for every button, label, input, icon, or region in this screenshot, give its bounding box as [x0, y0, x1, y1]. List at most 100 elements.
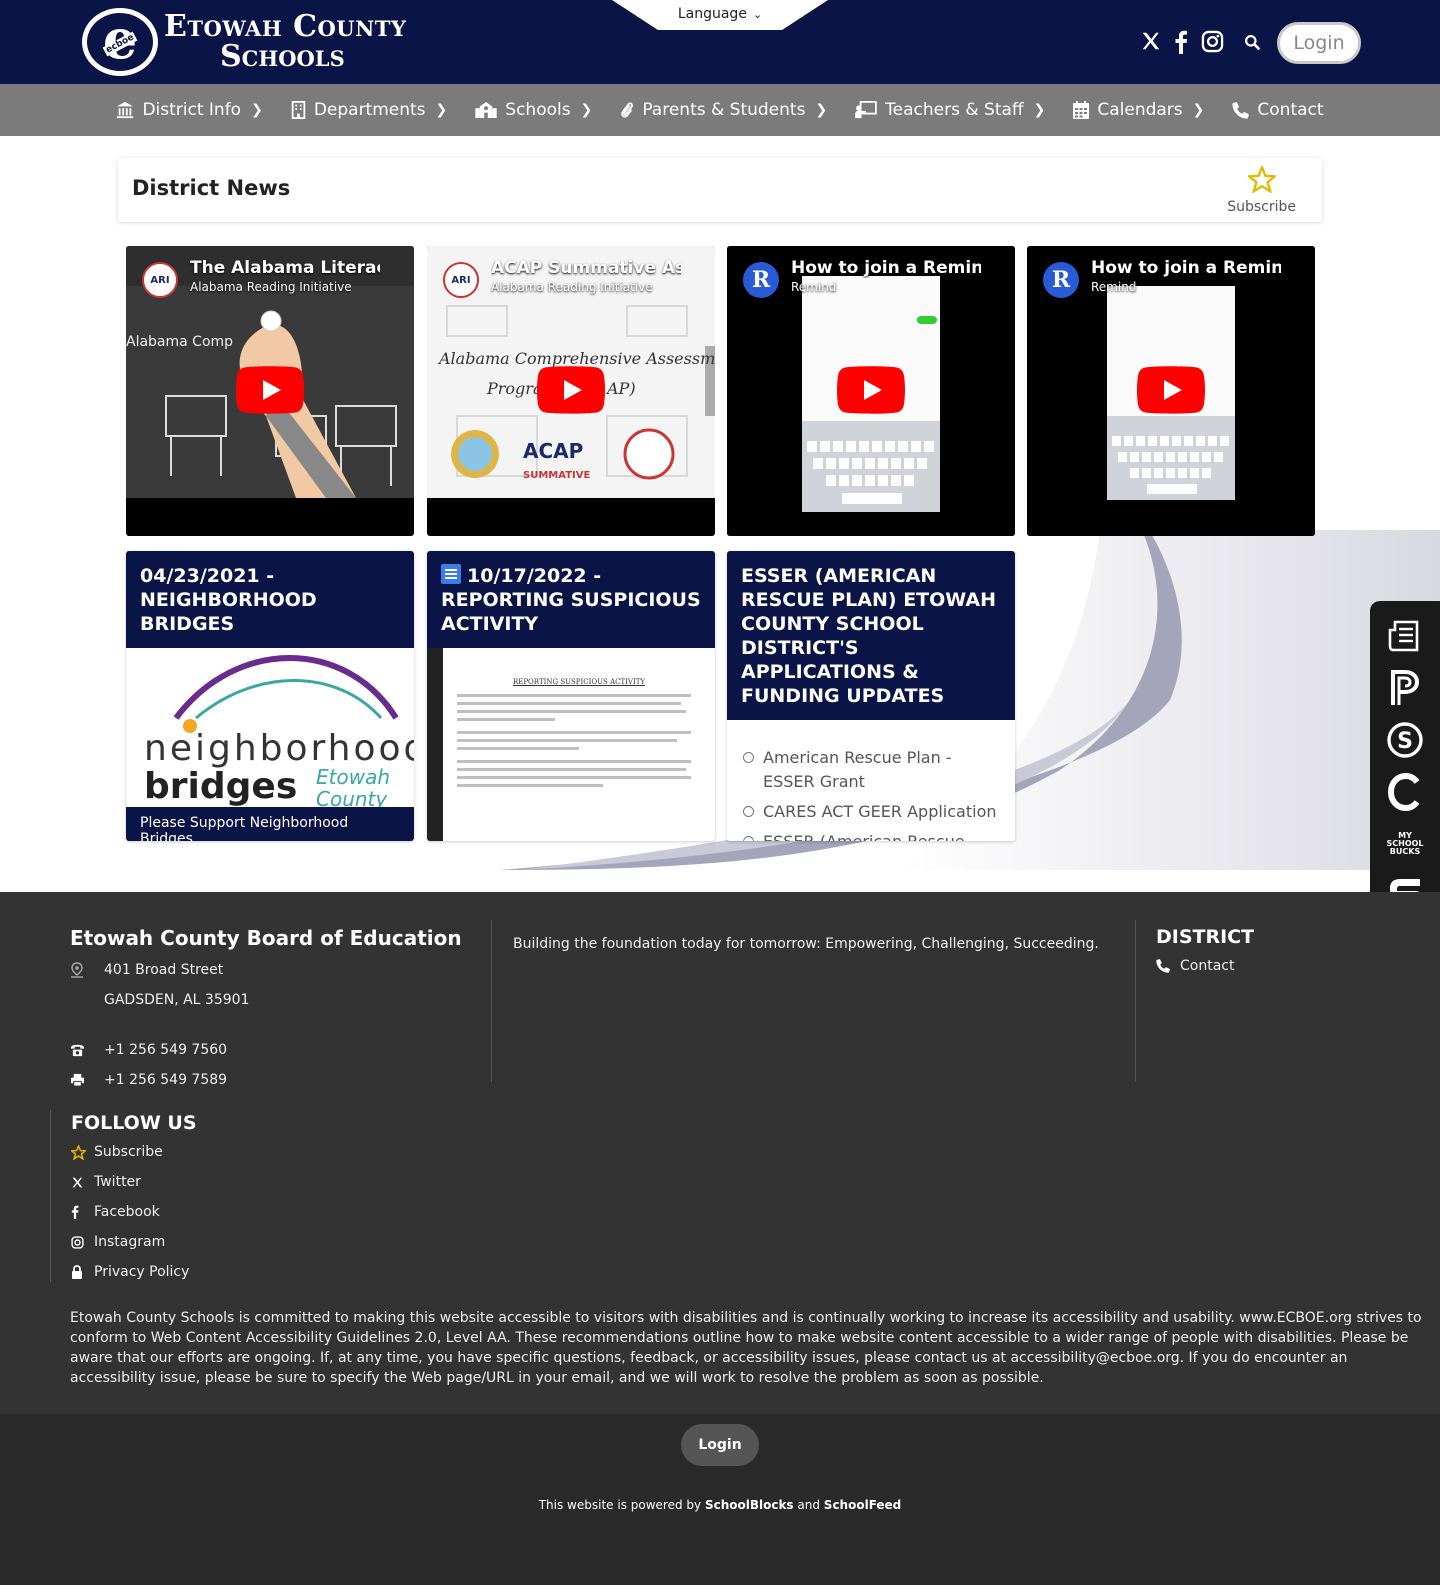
chevron-right-icon: ❯	[1033, 102, 1046, 118]
nav-label: Calendars	[1097, 100, 1183, 120]
login-button[interactable]: Login	[1277, 22, 1361, 64]
acap-logo-sub: SUMMATIVE	[523, 470, 590, 481]
footer-facebook-link[interactable]: Facebook	[71, 1204, 160, 1220]
newspaper-icon[interactable]	[1384, 615, 1426, 657]
nav-item-district-info[interactable]: District Info ❯	[102, 84, 276, 136]
video-remind-1[interactable]: R How to join a Remind c Remind	[727, 246, 1015, 536]
list-item[interactable]: American Rescue Plan - ESSER Grant	[741, 746, 1001, 794]
phone-icon	[1156, 959, 1180, 973]
footer-phone[interactable]: +1 256 549 7560	[104, 1042, 227, 1058]
news-tile-esser[interactable]: ESSER (AMERICAN RESCUE PLAN) ETOWAH COUN…	[727, 551, 1015, 841]
nav-item-schools[interactable]: Schools ❯	[461, 84, 606, 136]
facebook-icon[interactable]	[1174, 30, 1188, 54]
video-title: The Alabama Literacy A	[190, 258, 380, 278]
video-overlay-text-2: Progra	[486, 379, 542, 398]
chevron-right-icon: ❯	[815, 102, 828, 118]
video-acap-summative[interactable]: Alabama Comprehensive Assessment Progra …	[427, 246, 715, 536]
school-icon	[475, 102, 497, 118]
list-item[interactable]: ESSER (American Rescue Plan) Etowah Coun…	[741, 830, 1001, 841]
footer-follow-heading: FOLLOW US	[71, 1112, 197, 1134]
bottom-bar: Login This website is powered by SchoolB…	[0, 1414, 1440, 1585]
nav-label: Departments	[313, 100, 426, 120]
play-button-icon[interactable]	[837, 366, 905, 414]
footer-divider	[491, 920, 492, 1082]
video-title: How to join a Remind c	[1091, 258, 1281, 278]
map-marker-icon	[70, 962, 104, 978]
instagram-icon[interactable]	[1201, 30, 1224, 53]
nav-item-parents-students[interactable]: Parents & Students ❯	[606, 84, 841, 136]
telephone-icon	[70, 1044, 104, 1057]
powerschool-icon[interactable]	[1384, 667, 1426, 709]
nav-item-departments[interactable]: Departments ❯	[277, 84, 461, 136]
acap-logo-text: ACAP	[523, 439, 583, 463]
phone-icon	[1232, 101, 1250, 119]
logo-line-2: Schools	[220, 39, 345, 74]
video-channel: Remind	[791, 280, 837, 294]
chevron-right-icon: ❯	[580, 102, 593, 118]
svg-text:S: S	[1397, 729, 1413, 754]
footer-twitter-link[interactable]: Twitter	[71, 1174, 141, 1190]
footer-link-label: Facebook	[94, 1204, 160, 1220]
language-selector[interactable]: Language ⌄	[612, 0, 828, 30]
footer-contact-label: Contact	[1180, 958, 1235, 974]
footer-divider	[1135, 920, 1136, 1082]
channel-avatar: ARI	[443, 262, 479, 298]
video-channel: Remind	[1091, 280, 1137, 294]
nav-item-calendars[interactable]: Calendars ❯	[1059, 84, 1218, 136]
esser-link-list: American Rescue Plan - ESSER Grant CARES…	[727, 720, 1015, 841]
footer-instagram-link[interactable]: Instagram	[71, 1234, 165, 1250]
office-icon	[291, 101, 306, 119]
video-channel: Alabama Reading Initiative	[491, 280, 653, 294]
nav-item-contact[interactable]: Contact	[1218, 84, 1337, 136]
subscribe-button[interactable]: Subscribe	[1227, 164, 1296, 215]
video-remind-2[interactable]: R How to join a Remind c Remind	[1027, 246, 1315, 536]
twitter-x-icon[interactable]	[1140, 30, 1162, 52]
news-tile-suspicious-activity[interactable]: 10/17/2022 - REPORTING SUSPICIOUS ACTIVI…	[427, 551, 715, 841]
chevron-right-icon: ❯	[251, 102, 263, 118]
footer-tagline: Building the foundation today for tomorr…	[513, 936, 1099, 952]
video-literacy-act[interactable]: Alabama Comp ARI The Alabama Literacy A …	[126, 246, 414, 536]
district-logo[interactable]: e ecboe Etowah County Schools	[82, 8, 406, 76]
star-icon	[1227, 164, 1296, 197]
list-item[interactable]: CARES ACT GEER Application	[741, 800, 1001, 824]
footer-login-button[interactable]: Login	[681, 1424, 759, 1466]
logo-sub-1: Etowah	[316, 765, 390, 789]
footer-address-line-1: 401 Broad Street	[104, 962, 224, 978]
footer-privacy-link[interactable]: Privacy Policy	[71, 1264, 189, 1280]
footer-subscribe-link[interactable]: Subscribe	[71, 1144, 163, 1160]
play-button-icon[interactable]	[1137, 366, 1205, 414]
schoolfeed-link[interactable]: SchoolFeed	[824, 1498, 901, 1512]
star-icon	[71, 1144, 94, 1160]
footer-fax: +1 256 549 7589	[104, 1072, 228, 1088]
logo-word-1: neighborhood	[144, 728, 414, 769]
schoology-icon[interactable]: S	[1384, 719, 1426, 761]
play-button-icon[interactable]	[537, 366, 605, 414]
schoolblocks-link[interactable]: SchoolBlocks	[705, 1498, 794, 1512]
language-label: Language	[677, 6, 747, 22]
channel-avatar: ARI	[142, 262, 178, 298]
play-button-icon[interactable]	[236, 366, 304, 414]
tile-heading: ESSER (AMERICAN RESCUE PLAN) ETOWAH COUN…	[727, 551, 1015, 720]
nav-label: Teachers & Staff	[885, 100, 1024, 120]
footer-address-line-2: GADSDEN, AL 35901	[104, 992, 250, 1008]
document-preview: REPORTING SUSPICIOUS ACTIVITY	[427, 648, 715, 841]
video-title: ACAP Summative Asse	[491, 258, 681, 278]
lock-icon	[71, 1265, 94, 1279]
subscribe-label: Subscribe	[1227, 199, 1296, 215]
site-footer: Etowah County Board of Education 401 Bro…	[0, 892, 1440, 1414]
search-icon[interactable]	[1244, 34, 1261, 51]
nav-label: District Info	[142, 100, 242, 120]
myschoolbucks-icon[interactable]: MY SCHOOL BUCKS	[1384, 823, 1426, 865]
site-header: e ecboe Etowah County Schools Language⌄ …	[0, 0, 1440, 84]
logo-emblem: e ecboe	[82, 8, 158, 76]
district-news-header: District News Subscribe	[118, 158, 1322, 222]
clever-icon[interactable]	[1384, 771, 1426, 813]
footer-contact-link[interactable]: Contact	[1156, 958, 1234, 974]
video-overlay-text: Alabama Comp	[126, 334, 233, 350]
footer-district-heading: DISTRICT	[1156, 926, 1255, 948]
news-tile-neighborhood-bridges[interactable]: 04/23/2021 - NEIGHBORHOOD BRIDGES neighb…	[126, 551, 414, 841]
video-channel: Alabama Reading Initiative	[190, 280, 352, 294]
nav-label: Schools	[505, 100, 571, 120]
instagram-icon	[71, 1235, 94, 1249]
nav-item-teachers-staff[interactable]: Teachers & Staff ❯	[841, 84, 1059, 136]
